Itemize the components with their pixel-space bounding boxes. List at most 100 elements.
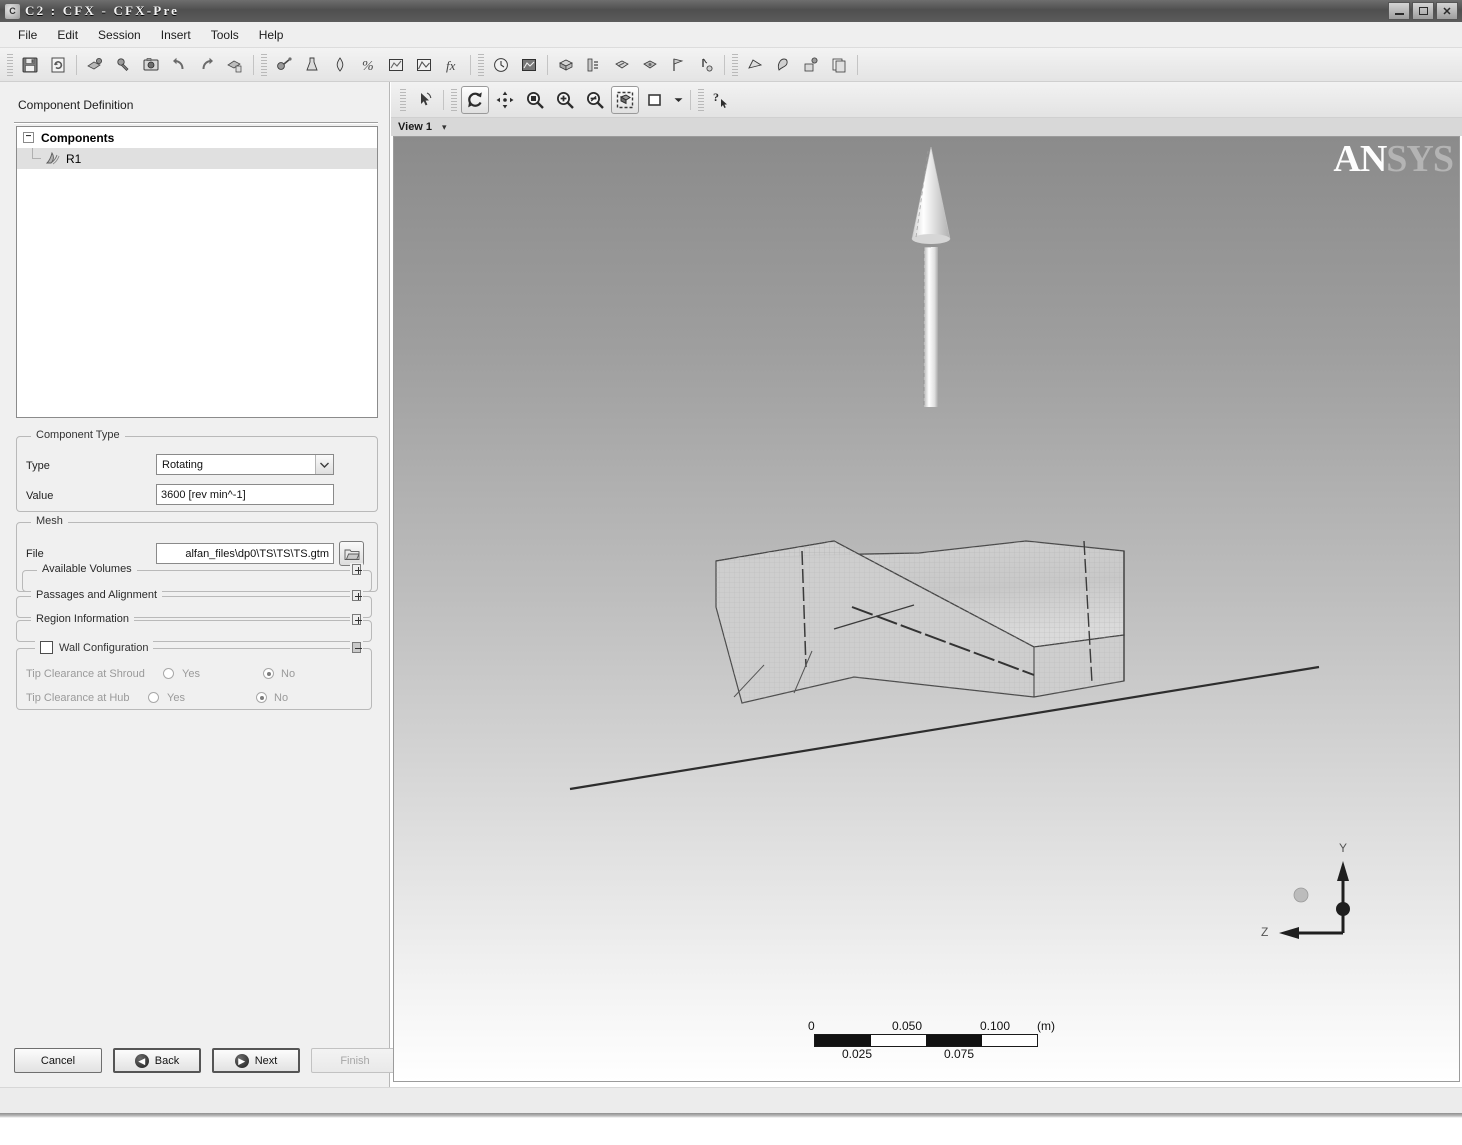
zoom-out-icon[interactable] [581, 86, 609, 114]
tree-node-components[interactable]: − Components [17, 127, 377, 148]
scale-unit: (m) [1037, 1019, 1055, 1033]
zoom-in-icon[interactable] [551, 86, 579, 114]
tip-clearance-shroud-no-radio[interactable] [263, 668, 274, 679]
mesh-file-input[interactable]: alfan_files\dp0\TS\TS\TS.gtm [156, 543, 334, 564]
wall-configuration-checkbox[interactable] [40, 641, 53, 654]
next-button[interactable]: ▶ Next [212, 1048, 300, 1073]
fit-view-icon[interactable] [611, 86, 639, 114]
boundary-icon[interactable] [609, 52, 635, 78]
undo-icon[interactable] [166, 52, 192, 78]
menu-file[interactable]: File [8, 25, 47, 45]
viewport-toolbar-grip[interactable] [698, 89, 704, 111]
timestep-icon[interactable] [488, 52, 514, 78]
close-button[interactable]: ✕ [1436, 2, 1458, 20]
menu-insert[interactable]: Insert [151, 25, 201, 45]
selection-mode-dropdown-icon[interactable] [671, 86, 685, 114]
expand-icon[interactable] [350, 589, 363, 602]
components-tree[interactable]: − Components R1 [16, 126, 378, 418]
chart-icon[interactable] [383, 52, 409, 78]
domain-icon[interactable] [271, 52, 297, 78]
menu-tools[interactable]: Tools [201, 25, 249, 45]
reload-mesh-icon[interactable] [222, 52, 248, 78]
chevron-down-icon[interactable] [315, 455, 333, 474]
help-pointer-icon[interactable]: ? [708, 86, 736, 114]
next-button-label: Next [255, 1055, 278, 1067]
import-mesh-icon[interactable] [82, 52, 108, 78]
minimize-button[interactable] [1388, 2, 1410, 20]
expression-icon[interactable] [327, 52, 353, 78]
refresh-document-icon[interactable] [45, 52, 71, 78]
toolbar-grip[interactable] [478, 54, 484, 76]
chevron-down-icon[interactable]: ▾ [442, 122, 447, 133]
menu-edit[interactable]: Edit [47, 25, 88, 45]
monitor-icon[interactable] [516, 52, 542, 78]
menu-bar: File Edit Session Insert Tools Help [0, 22, 1462, 48]
snapshot-icon[interactable] [138, 52, 164, 78]
solid-body-icon[interactable] [553, 52, 579, 78]
turbo-mode-icon[interactable] [770, 52, 796, 78]
output-control-icon[interactable] [798, 52, 824, 78]
rotate-icon[interactable] [461, 86, 489, 114]
tip-clearance-hub-yes-radio[interactable] [148, 692, 159, 703]
region-information-section[interactable]: Region Information [16, 620, 372, 642]
finish-button: Finish [311, 1048, 399, 1073]
subdomain-icon[interactable] [637, 52, 663, 78]
initialization-icon[interactable] [665, 52, 691, 78]
plot-icon[interactable] [411, 52, 437, 78]
viewport-toolbar-grip[interactable] [400, 89, 406, 111]
axis-triad: Y Z [1261, 841, 1381, 951]
viewport-toolbar-separator [443, 90, 444, 110]
tip-clearance-shroud-yes-label: Yes [182, 668, 200, 680]
function-icon[interactable]: % [355, 52, 381, 78]
window-bottom-edge [0, 1113, 1462, 1118]
collapse-icon[interactable] [350, 641, 363, 654]
copy-definition-icon[interactable] [826, 52, 852, 78]
select-cursor-icon[interactable] [410, 86, 438, 114]
toolbar-grip[interactable] [261, 54, 267, 76]
save-icon[interactable] [17, 52, 43, 78]
toolbar-grip[interactable] [732, 54, 738, 76]
region-icon[interactable] [742, 52, 768, 78]
selection-mode-icon[interactable] [641, 86, 669, 114]
fx-icon[interactable]: fx [439, 52, 465, 78]
scale-segment-3 [926, 1035, 982, 1046]
tip-clearance-hub-label: Tip Clearance at Hub [26, 692, 130, 704]
zoom-box-icon[interactable] [521, 86, 549, 114]
solver-control-icon[interactable] [693, 52, 719, 78]
back-button[interactable]: ◀ Back [113, 1048, 201, 1073]
scale-bar: 0 0.050 0.100 (m) 0.025 0.075 [806, 1019, 1066, 1063]
mesh-tools-icon[interactable] [110, 52, 136, 78]
collapse-icon[interactable]: − [23, 132, 34, 143]
type-label: Type [26, 460, 50, 472]
tree-node-label: Components [41, 131, 114, 145]
scale-tick-025: 0.025 [842, 1047, 872, 1061]
scale-tick-075: 0.075 [944, 1047, 974, 1061]
rotation-speed-input[interactable]: 3600 [rev min^-1] [156, 484, 334, 505]
title-bar: C C2 : CFX - CFX-Pre ✕ [0, 0, 1462, 22]
redo-icon[interactable] [194, 52, 220, 78]
svg-text:fx: fx [446, 58, 456, 73]
tree-node-r1[interactable]: R1 [17, 148, 377, 169]
toolbar-grip[interactable] [7, 54, 13, 76]
wall-configuration-header: Wall Configuration [35, 641, 153, 654]
interface-icon[interactable] [581, 52, 607, 78]
viewport-toolbar-grip[interactable] [451, 89, 457, 111]
menu-session[interactable]: Session [88, 25, 151, 45]
scale-bar-top-ticks: 0 0.050 0.100 (m) [806, 1019, 1066, 1034]
view-label-bar[interactable]: View 1 ▾ [391, 118, 1462, 136]
arrow-left-icon: ◀ [135, 1054, 149, 1068]
graphics-viewport[interactable]: ANSYS [393, 136, 1460, 1082]
material-icon[interactable] [299, 52, 325, 78]
type-select[interactable]: Rotating [156, 454, 334, 475]
maximize-button[interactable] [1412, 2, 1434, 20]
tip-clearance-shroud-yes-radio[interactable] [163, 668, 174, 679]
menu-help[interactable]: Help [249, 25, 294, 45]
cancel-button[interactable]: Cancel [14, 1048, 102, 1073]
expand-icon[interactable] [350, 613, 363, 626]
window-title: C2 : CFX - CFX-Pre [25, 3, 179, 19]
toolbar-separator [857, 55, 858, 75]
viewport-toolbar-separator [690, 90, 691, 110]
pan-icon[interactable] [491, 86, 519, 114]
tip-clearance-hub-no-radio[interactable] [256, 692, 267, 703]
expand-icon[interactable] [350, 563, 363, 576]
